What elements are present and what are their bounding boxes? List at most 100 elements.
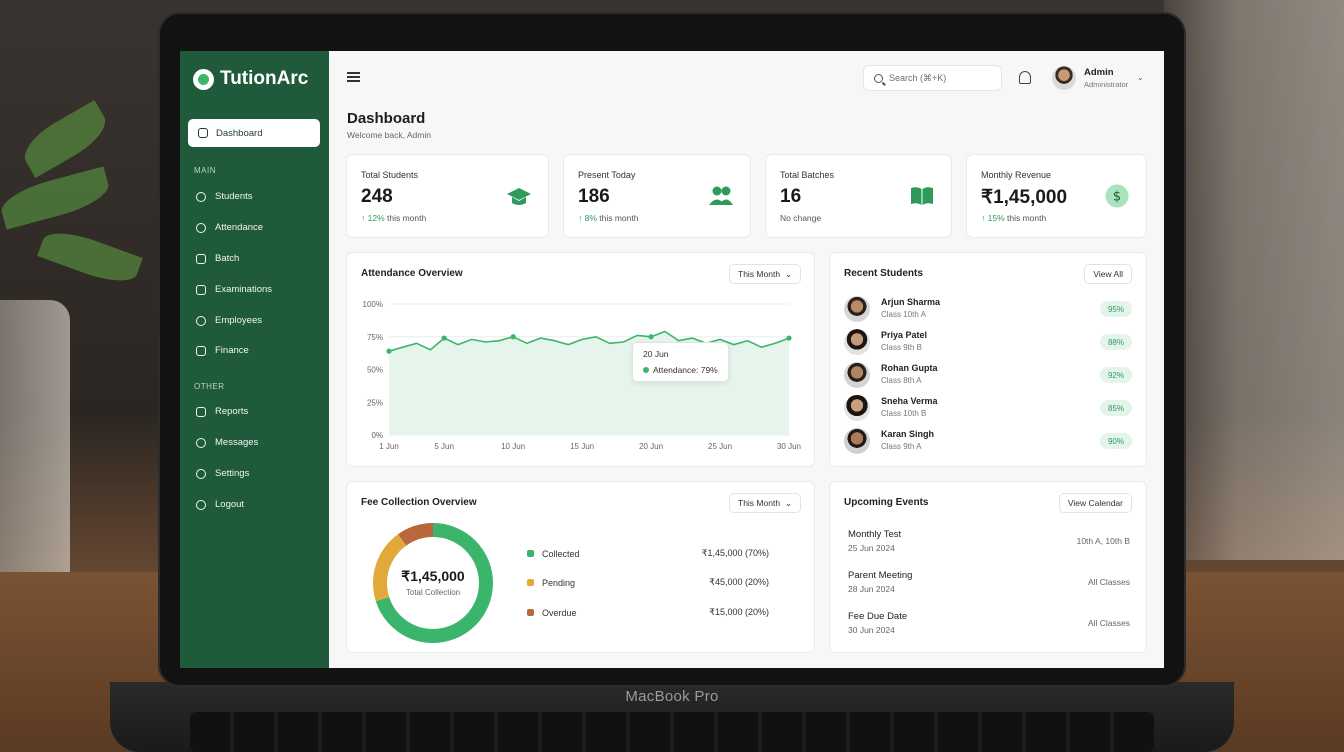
card-title: Fee Collection Overview [361,497,477,508]
student-class: Class 9th A [881,442,922,451]
card-title: Upcoming Events [844,497,929,508]
stat-label: Total Batches [780,170,835,180]
stat-note: No change [780,213,821,223]
list-item[interactable]: Priya Patel Class 9th B 88% [844,328,1132,356]
message-icon [196,437,206,448]
chart-tooltip: 20 Jun Attendance: 79% [632,342,729,382]
series-dot [643,367,649,373]
list-item[interactable]: Arjun Sharma Class 10th A 95% [844,295,1132,323]
fee-period-select[interactable]: This Month ⌄ [729,493,802,513]
sidebar-item-dashboard[interactable]: Dashboard [188,119,320,147]
user-role: Administrator [1084,80,1129,89]
list-item[interactable]: Karan Singh Class 9th A 90% [844,427,1132,455]
stat-value: 186 [578,186,610,207]
legend-item: Overdue ₹15,000 (20%) [527,607,769,618]
sidebar-item-label: Logout [215,499,245,510]
legend-item: Pending ₹45,000 (20%) [527,577,769,588]
sidebar-item-finance[interactable]: Finance [196,345,249,356]
donut-center: ₹1,45,000 Total Collection [368,568,498,597]
sidebar-item-logout[interactable]: Logout [196,499,244,510]
view-calendar-button[interactable]: View Calendar [1058,493,1132,513]
student-class: Class 10th B [881,409,927,418]
sidebar-item-messages[interactable]: Messages [196,437,258,448]
sidebar-item-settings[interactable]: Settings [196,468,249,479]
sidebar-section-other: OTHER [194,382,225,391]
event-item[interactable]: Parent Meeting 28 Jun 2024 All Classes [848,570,1130,594]
stat-note-text: this month [1004,213,1047,223]
attendance-badge: 88% [1099,334,1132,350]
attendance-badge: 92% [1099,367,1132,383]
laptop-brand: MacBook Pro [625,688,719,705]
main-content: Search (⌘+K) Admin Administrator ⌄ Dashb… [329,51,1164,668]
legend-label: Collected [542,548,580,559]
list-item[interactable]: Rohan Gupta Class 8th A 92% [844,361,1132,389]
book-icon [911,187,933,205]
data-point [786,335,792,341]
avatar[interactable] [1052,66,1076,90]
sidebar-item-examinations[interactable]: Examinations [196,284,272,295]
view-all-button[interactable]: View All [1084,264,1132,284]
stat-card-present-today: Present Today 186 ↑ 8% this month [563,154,751,238]
tooltip-value: Attendance: 79% [653,365,718,375]
sidebar-item-students[interactable]: Students [196,191,253,202]
wallet-icon [196,345,206,356]
x-tick-label: 20 Jun [639,442,663,451]
event-item[interactable]: Monthly Test 25 Jun 2024 10th A, 10th B [848,529,1130,553]
x-tick-label: 5 Jun [434,442,454,451]
stat-card-monthly-revenue: Monthly Revenue ₹1,45,000 ↑ 15% this mon… [966,154,1147,238]
data-point [386,348,392,354]
x-tick-label: 25 Jun [708,442,732,451]
app-name: TutionArc [220,68,309,89]
x-tick-label: 30 Jun [777,442,801,451]
page-title: Dashboard [347,110,426,127]
card-title: Recent Students [844,268,923,279]
user-icon [196,191,206,202]
x-tick-label: 1 Jun [379,442,399,451]
plant-leaf [0,166,113,230]
trend-up: ↑ 15% [981,213,1005,223]
search-input[interactable]: Search (⌘+K) [863,65,1002,91]
legend-swatch-pending [527,579,534,586]
legend-label: Overdue [542,607,577,618]
batch-icon [196,253,206,264]
sidebar-section-main: MAIN [194,166,216,175]
avatar [844,362,870,388]
sidebar-item-label: Dashboard [216,127,263,139]
sidebar-item-attendance[interactable]: Attendance [196,222,263,233]
report-icon [196,406,206,417]
app-logo[interactable]: TutionArc [193,68,308,90]
tooltip-date: 20 Jun [643,349,669,359]
sidebar-item-batch[interactable]: Batch [196,253,239,264]
student-name: Karan Singh [881,429,935,439]
stat-note: ↑ 15% this month [981,213,1046,223]
y-tick-label: 100% [363,300,383,309]
avatar [844,428,870,454]
chevron-down-icon[interactable]: ⌄ [1137,73,1144,82]
svg-text:$: $ [1113,190,1121,205]
notification-bell-icon[interactable] [1019,71,1031,84]
laptop-keyboard [190,712,1154,752]
trend-up: ↑ 12% [361,213,385,223]
plant-leaf [37,223,143,291]
data-point [510,334,516,340]
event-audience: All Classes [1087,577,1130,587]
avatar [844,296,870,322]
sidebar-item-reports[interactable]: Reports [196,406,248,417]
stat-label: Present Today [578,170,636,180]
document-icon [196,284,206,295]
y-tick-label: 25% [367,398,383,407]
user-name[interactable]: Admin [1084,67,1114,78]
legend-value: ₹45,000 (20%) [709,577,769,587]
recent-students-card: Recent Students View All Arjun Sharma Cl… [829,252,1147,467]
student-name: Rohan Gupta [881,363,938,373]
event-item[interactable]: Fee Due Date 30 Jun 2024 All Classes [848,611,1130,635]
list-item[interactable]: Sneha Verma Class 10th B 85% [844,394,1132,422]
sidebar-item-label: Employees [215,315,262,326]
legend-value: ₹15,000 (20%) [709,607,769,617]
stat-card-total-students: Total Students 248 ↑ 12% this month [346,154,549,238]
menu-toggle-icon[interactable] [347,72,360,82]
tooltip-value-row: Attendance: 79% [643,365,718,375]
sidebar-item-label: Examinations [215,284,273,295]
y-tick-label: 0% [371,431,383,440]
sidebar-item-employees[interactable]: Employees [196,315,262,326]
